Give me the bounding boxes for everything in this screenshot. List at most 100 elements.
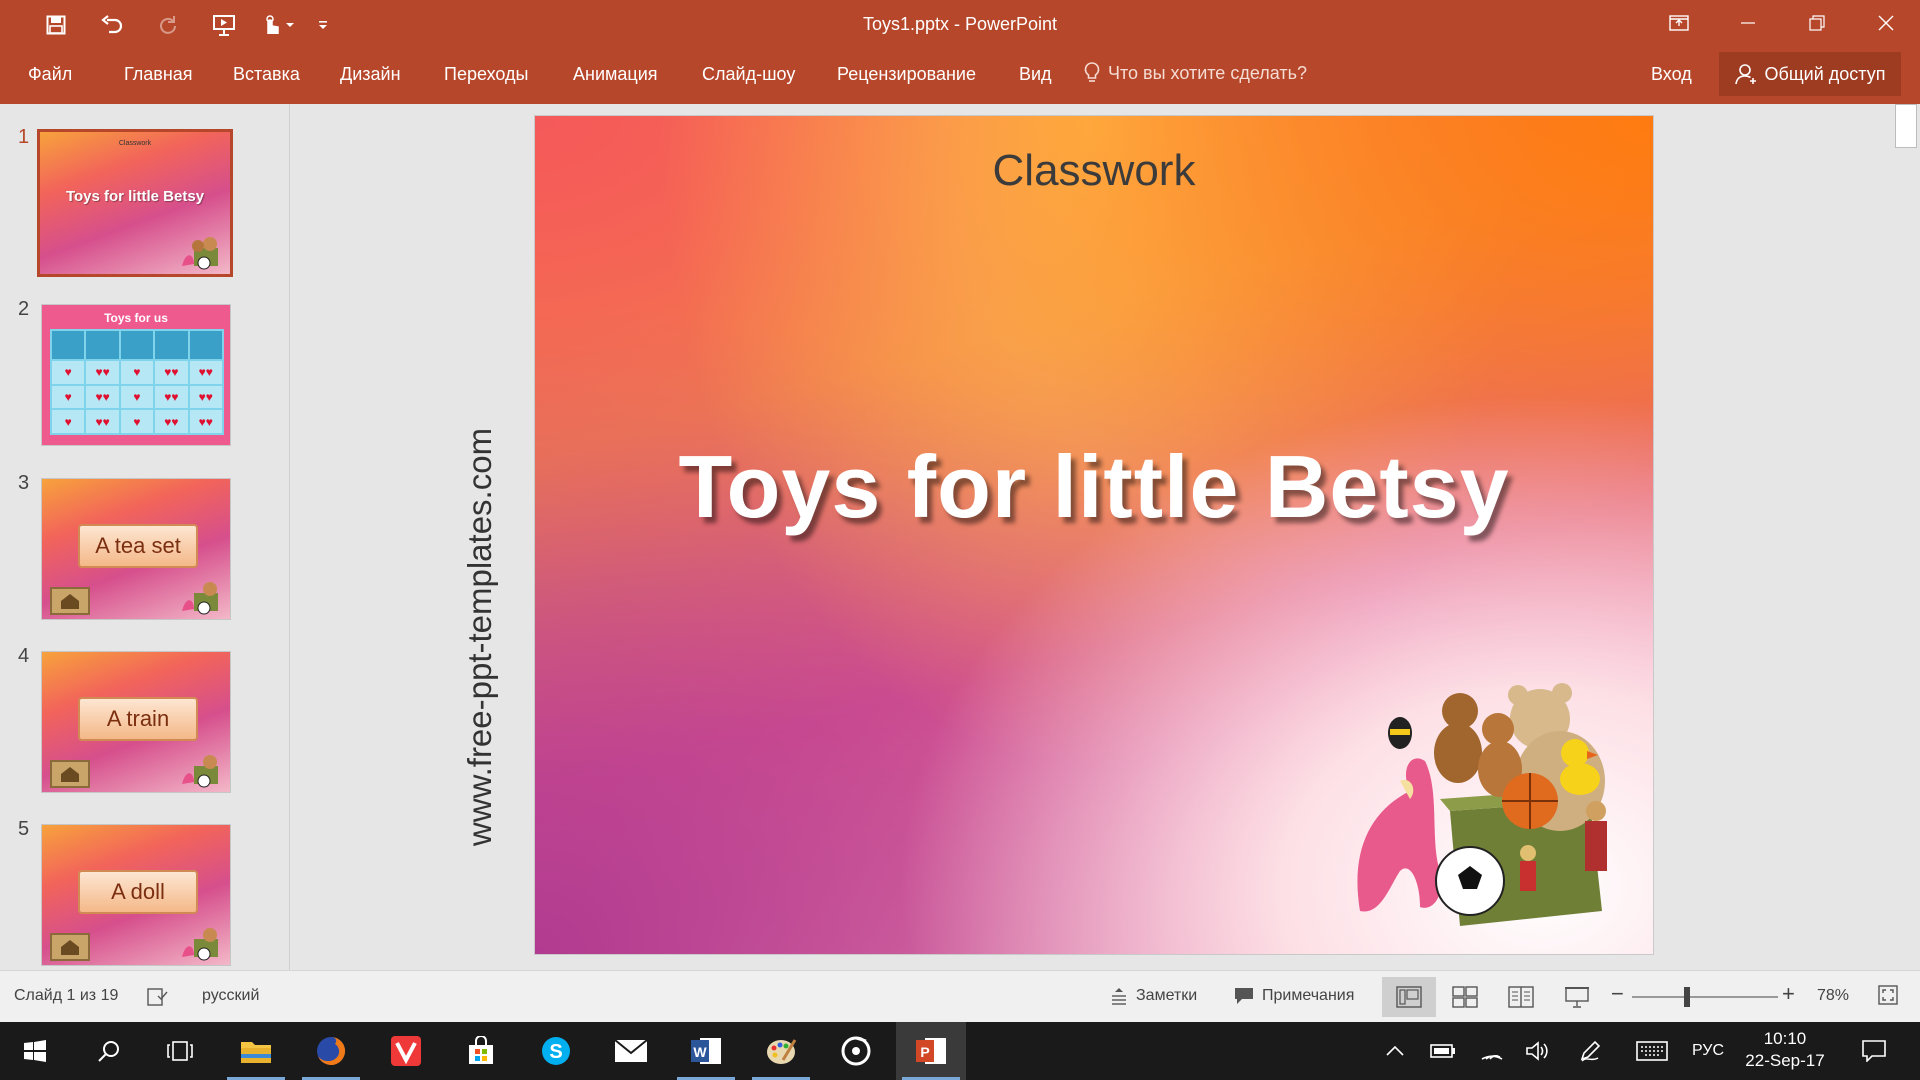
skype-button[interactable]: S: [521, 1022, 591, 1080]
slide-thumbnail-1[interactable]: Classwork Toys for little Betsy: [37, 129, 233, 277]
tell-me-search[interactable]: Что вы хотите сделать?: [1084, 62, 1307, 84]
ribbon-display-options-button[interactable]: [1644, 0, 1713, 46]
action-center-button[interactable]: [1850, 1022, 1898, 1080]
status-bar: Слайд 1 из 19 русский Заметки Примечания…: [0, 970, 1920, 1022]
zoom-level[interactable]: 78%: [1817, 987, 1849, 1005]
slide-sorter-icon: [1452, 986, 1478, 1008]
slide-thumbnail-5[interactable]: A doll: [41, 824, 231, 966]
start-from-beginning-button[interactable]: [196, 8, 252, 42]
fit-to-window-icon: [1878, 985, 1898, 1005]
word-button[interactable]: W: [671, 1022, 741, 1080]
slide-title[interactable]: Toys for little Betsy: [535, 436, 1653, 538]
zoom-out-button[interactable]: −: [1611, 981, 1624, 1007]
undo-icon: [101, 15, 123, 34]
tab-slideshow[interactable]: Слайд-шоу: [702, 64, 795, 85]
speaker-icon: [1526, 1041, 1548, 1061]
word-icon: W: [691, 1038, 721, 1064]
slide-counter[interactable]: Слайд 1 из 19: [14, 987, 118, 1005]
home-icon: [50, 587, 90, 615]
spellcheck-status[interactable]: [146, 987, 168, 1007]
tab-home[interactable]: Главная: [124, 64, 193, 85]
tab-design[interactable]: Дизайн: [340, 64, 401, 85]
comments-button[interactable]: Примечания: [1234, 987, 1354, 1005]
horizontal-scrollbar[interactable]: [290, 958, 1892, 970]
comment-icon: [1235, 988, 1253, 1004]
store-icon: [469, 1036, 493, 1064]
customize-icon: [319, 21, 327, 29]
tab-transitions[interactable]: Переходы: [444, 64, 528, 85]
tab-review[interactable]: Рецензирование: [837, 64, 976, 85]
minimize-button[interactable]: [1713, 0, 1782, 46]
undo-button[interactable]: [84, 8, 140, 42]
volume-tray-icon[interactable]: [1519, 1022, 1555, 1080]
zoom-slider[interactable]: [1632, 996, 1778, 998]
svg-text:P: P: [920, 1044, 929, 1060]
tab-animations[interactable]: Анимация: [573, 64, 658, 85]
network-tray-icon[interactable]: [1474, 1022, 1510, 1080]
slide-sorter-button[interactable]: [1438, 977, 1492, 1017]
share-button[interactable]: Общий доступ: [1719, 52, 1901, 96]
paint-button[interactable]: [746, 1022, 816, 1080]
zoom-slider-thumb[interactable]: [1684, 987, 1690, 1007]
tab-file[interactable]: Файл: [28, 64, 72, 85]
language-status[interactable]: русский: [202, 987, 259, 1005]
customize-qat-button[interactable]: [308, 8, 338, 42]
store-button[interactable]: [446, 1022, 516, 1080]
search-button[interactable]: [74, 1022, 144, 1080]
slideshow-icon: [1565, 987, 1589, 1008]
groove-music-button[interactable]: [821, 1022, 891, 1080]
file-explorer-button[interactable]: [221, 1022, 291, 1080]
tab-insert[interactable]: Вставка: [233, 64, 300, 85]
zoom-in-button[interactable]: +: [1782, 981, 1795, 1007]
slide-thumbnail-4[interactable]: A train: [41, 651, 231, 793]
comments-label: Примечания: [1262, 987, 1355, 1004]
thumbnail-title: Toys for us: [104, 311, 168, 325]
reading-view-button[interactable]: [1494, 977, 1548, 1017]
skype-icon: S: [542, 1037, 570, 1065]
slide-thumbnail-2[interactable]: Toys for us ♥ ♥♥ ♥ ♥♥ ♥♥ ♥ ♥♥ ♥ ♥♥ ♥♥ ♥ ♥♥ ♥ ♥♥ ♥♥: [41, 304, 231, 446]
svg-text:S: S: [549, 1041, 562, 1063]
tab-view[interactable]: Вид: [1019, 64, 1052, 85]
thumbnail-label: A tea set: [78, 524, 198, 568]
scrollbar-thumb[interactable]: [1895, 104, 1917, 148]
slide-thumbnail-3[interactable]: A tea set: [41, 478, 231, 620]
vertical-scrollbar[interactable]: [1892, 104, 1920, 970]
mail-button[interactable]: [596, 1022, 666, 1080]
show-hidden-icons-button[interactable]: [1380, 1022, 1410, 1080]
toys-picture[interactable]: [1340, 671, 1640, 941]
thumbnail-number: 1: [18, 126, 30, 148]
home-icon: [50, 933, 90, 961]
normal-view-button[interactable]: [1382, 977, 1436, 1017]
touch-mode-icon: [266, 15, 294, 34]
slide-subtitle[interactable]: Classwork: [535, 146, 1653, 196]
restore-button[interactable]: [1782, 0, 1851, 46]
pen-tray-icon[interactable]: [1572, 1022, 1608, 1080]
current-slide[interactable]: Classwork Toys for little Betsy: [534, 115, 1654, 955]
thumbnail-number: 2: [18, 298, 30, 320]
folder-icon: [241, 1042, 271, 1063]
mail-icon: [614, 1039, 648, 1062]
vivaldi-button[interactable]: [371, 1022, 441, 1080]
notes-button[interactable]: Заметки: [1110, 987, 1197, 1005]
toys-image: [182, 237, 218, 270]
touch-mode-button[interactable]: [252, 8, 308, 42]
touch-keyboard-button[interactable]: [1632, 1022, 1672, 1080]
battery-tray-icon[interactable]: [1425, 1022, 1461, 1080]
chevron-up-icon: [1386, 1045, 1404, 1056]
task-view-button[interactable]: [145, 1022, 215, 1080]
close-button[interactable]: [1851, 0, 1920, 46]
thumbnail-label: A doll: [78, 870, 198, 914]
watermark-text-box[interactable]: www.free-ppt-templates.com: [460, 402, 500, 872]
fit-slide-button[interactable]: [1878, 985, 1898, 1005]
save-button[interactable]: [28, 8, 84, 42]
slideshow-view-button[interactable]: [1550, 977, 1604, 1017]
powerpoint-button[interactable]: P: [896, 1022, 966, 1080]
start-button[interactable]: [0, 1022, 70, 1080]
signin-link[interactable]: Вход: [1651, 64, 1692, 85]
close-icon: [1878, 15, 1893, 31]
clock[interactable]: 10:10 22-Sep-17: [1730, 1028, 1840, 1072]
wifi-icon: [1481, 1055, 1503, 1060]
firefox-button[interactable]: [296, 1022, 366, 1080]
redo-button[interactable]: [140, 8, 196, 42]
input-language-indicator[interactable]: РУС: [1686, 1022, 1730, 1080]
